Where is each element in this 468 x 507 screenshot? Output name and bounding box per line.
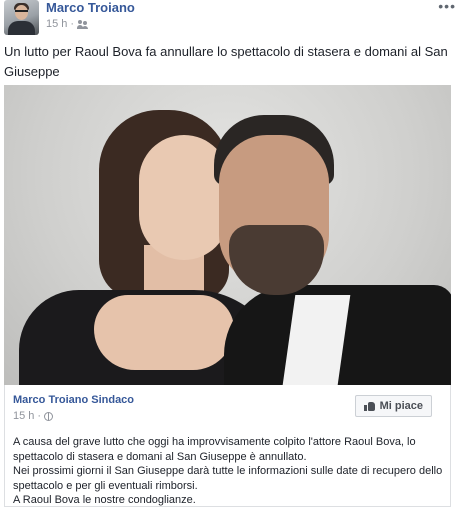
shared-post-timestamp[interactable]: 15 h: [13, 410, 34, 422]
avatar[interactable]: [4, 0, 39, 35]
more-options-button[interactable]: •••: [438, 0, 456, 14]
shared-post-paragraph: A Raoul Bova le nostre condoglianze.: [13, 494, 196, 506]
globe-icon: [44, 411, 54, 421]
thumbs-up-icon: [363, 401, 375, 411]
shared-post-paragraph: Nei prossimi giorni il San Giuseppe darà…: [13, 465, 443, 492]
friends-icon: [77, 19, 89, 29]
post-timestamp[interactable]: 15 h: [46, 18, 67, 30]
meta-separator: ·: [70, 18, 75, 30]
shared-post-author[interactable]: Marco Troiano Sindaco: [13, 394, 134, 406]
post-author[interactable]: Marco Troiano: [46, 0, 135, 15]
shared-post-card: Marco Troiano Sindaco 15 h · Mi piace A …: [4, 385, 451, 507]
shared-post-text: A causa del grave lutto che oggi ha impr…: [13, 435, 443, 507]
like-page-label: Mi piace: [379, 400, 423, 412]
shared-post-meta: 15 h ·: [13, 410, 54, 422]
shared-post-paragraph: A causa del grave lutto che oggi ha impr…: [13, 436, 416, 463]
like-page-button[interactable]: Mi piace: [354, 395, 432, 417]
post-text: Un lutto per Raoul Bova fa annullare lo …: [4, 44, 448, 79]
post-header: Marco Troiano 15 h · •••: [0, 0, 468, 40]
meta-separator: ·: [37, 410, 42, 422]
post-photo[interactable]: [4, 85, 451, 385]
post-meta: 15 h ·: [46, 18, 89, 30]
